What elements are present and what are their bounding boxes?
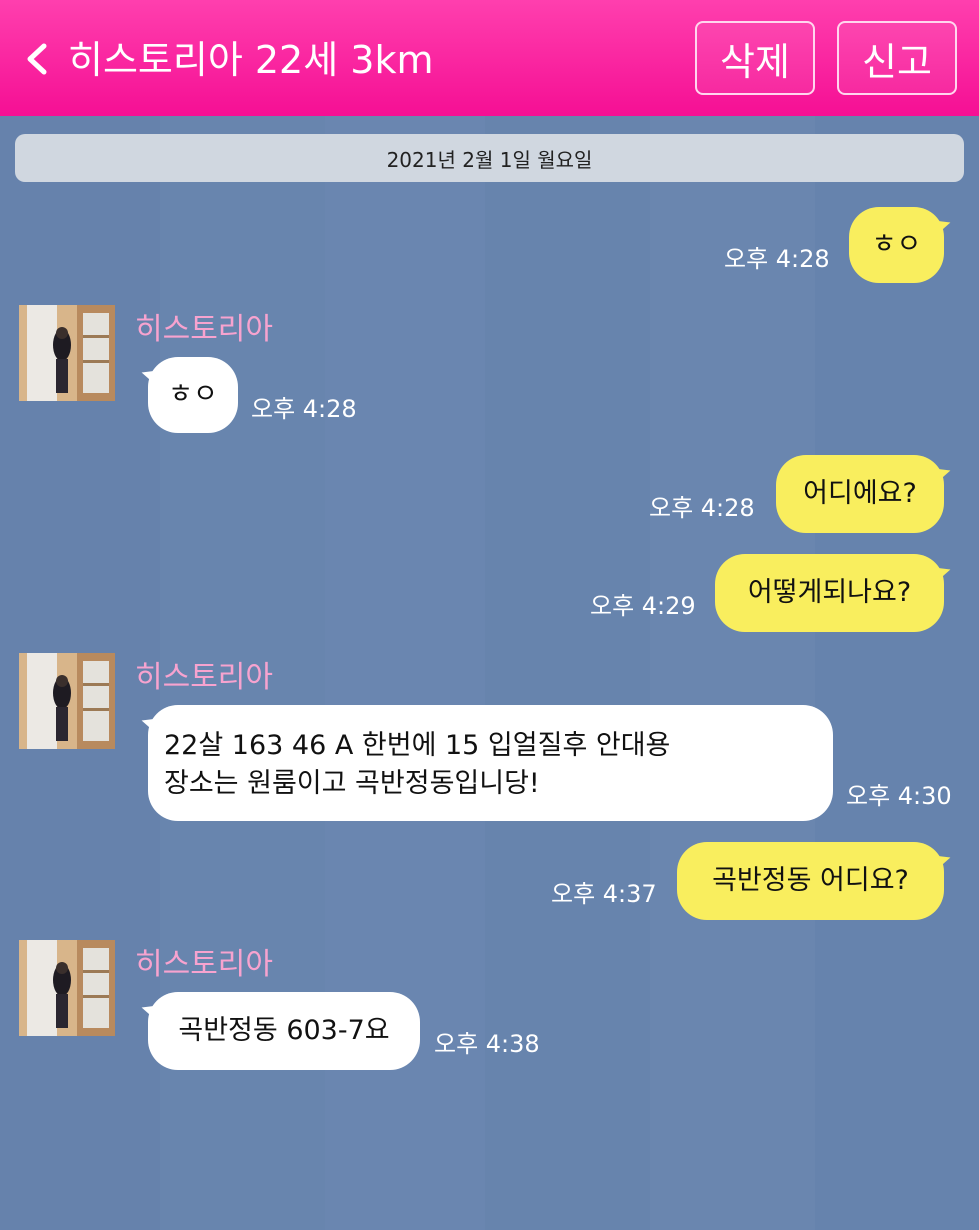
report-button[interactable]: 신고 [837, 21, 957, 95]
chevron-left-icon[interactable] [24, 42, 50, 76]
avatar-photo [19, 653, 115, 749]
background-stripe [815, 116, 979, 1230]
their-message-bubble[interactable]: 22살 163 46 A 한번에 15 입얼질후 안대용 장소는 원룸이고 곡반… [148, 705, 833, 821]
their-message-bubble[interactable]: 곡반정동 603-7요 [148, 992, 420, 1070]
sender-name: 히스토리아 [135, 660, 273, 695]
my-message-bubble[interactable]: 곡반정동 어디요? [677, 842, 944, 920]
background-stripe [650, 116, 815, 1230]
avatar[interactable] [19, 940, 115, 1036]
avatar[interactable] [19, 305, 115, 401]
message-time: 오후 4:29 [590, 592, 696, 620]
message-time: 오후 4:38 [434, 1030, 540, 1058]
message-line: 22살 163 46 A 한번에 15 입얼질후 안대용 [164, 730, 671, 761]
avatar[interactable] [19, 653, 115, 749]
sender-name: 히스토리아 [135, 312, 273, 347]
sender-name: 히스토리아 [135, 947, 273, 982]
date-divider: 2021년 2월 1일 월요일 [15, 134, 964, 182]
message-time: 오후 4:28 [724, 245, 830, 273]
my-message-bubble[interactable]: 어떻게되나요? [715, 554, 944, 632]
message-time: 오후 4:30 [846, 782, 952, 810]
my-message-bubble[interactable]: 어디에요? [776, 455, 944, 533]
message-time: 오후 4:28 [649, 494, 755, 522]
message-line: 장소는 원룸이고 곡반정동입니당! [164, 768, 540, 799]
my-message-bubble[interactable]: ㅎㅇ [849, 207, 944, 283]
message-time: 오후 4:37 [551, 880, 657, 908]
avatar-photo [19, 940, 115, 1036]
their-message-bubble[interactable]: ㅎㅇ [148, 357, 238, 433]
message-time: 오후 4:28 [251, 395, 357, 423]
avatar-photo [19, 305, 115, 401]
chat-header: 히스토리아 22세 3km 삭제 신고 [0, 0, 979, 116]
background-stripe [485, 116, 650, 1230]
chat-title: 히스토리아 22세 3km [68, 38, 434, 82]
delete-button[interactable]: 삭제 [695, 21, 815, 95]
